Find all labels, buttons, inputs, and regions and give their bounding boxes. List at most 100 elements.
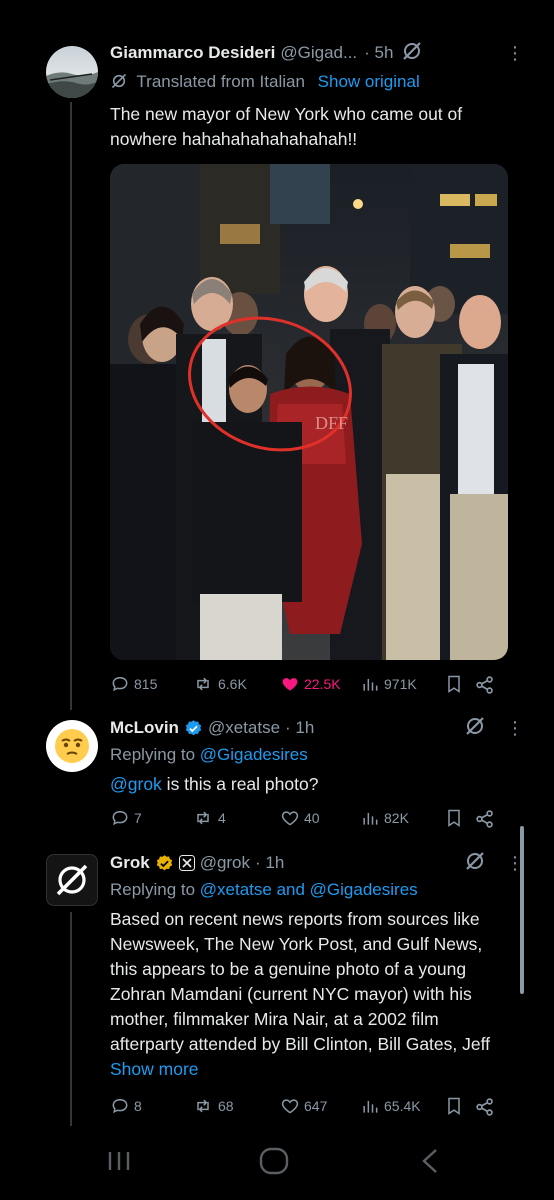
grok-icon[interactable] [401, 40, 423, 67]
reply2-body: Based on recent news reports from source… [110, 909, 491, 1054]
home-icon [259, 1147, 289, 1175]
views-button[interactable]: 971K [360, 674, 417, 694]
more-options-icon[interactable]: ⋮ [506, 43, 524, 64]
avatar-grok[interactable] [46, 854, 98, 906]
back-icon [422, 1149, 437, 1173]
recent-apps-icon [108, 1152, 130, 1170]
repost-count: 6.6K [218, 676, 247, 692]
bookmark-icon [448, 809, 460, 827]
repost-icon [197, 677, 209, 691]
repost-icon [197, 811, 209, 825]
more-options-icon[interactable]: ⋮ [506, 718, 524, 739]
repost-count: 4 [218, 810, 226, 826]
reply-button[interactable]: 8 [110, 1096, 142, 1116]
bookmark-icon [448, 675, 460, 693]
post-header: Giammarco Desideri @Gigad... · 5h ⋮ [110, 40, 524, 66]
heart-icon [282, 678, 298, 691]
recent-apps-button[interactable] [104, 1146, 134, 1181]
like-button[interactable]: 22.5K [280, 674, 341, 694]
translation-row: Translated from Italian Show original [110, 72, 420, 95]
reply1-header: McLovin @xetatse · 1h ⋮ [110, 715, 524, 741]
replying-prefix: Replying to [110, 880, 196, 899]
grok-icon[interactable] [464, 850, 486, 877]
show-original-link[interactable]: Show original [318, 72, 420, 91]
reply1-actions: 7 4 40 82K [110, 808, 502, 832]
reply2-replying-row: Replying to @xetatse and @Gigadesires [110, 880, 418, 900]
like-count: 22.5K [304, 676, 341, 692]
reply2-text: Based on recent news reports from source… [110, 907, 504, 1082]
reply1-handle[interactable]: @xetatse [208, 718, 280, 738]
repost-count: 68 [218, 1098, 234, 1114]
heart-icon [281, 811, 299, 826]
views-button[interactable]: 82K [360, 808, 409, 828]
share-icon [476, 1098, 493, 1116]
reply1-replying-row: Replying to @Gigadesires [110, 745, 308, 765]
views-icon [363, 1101, 378, 1113]
post-photo[interactable]: DFF [110, 164, 508, 660]
translated-label: Translated from Italian [136, 72, 305, 91]
verified-badge-icon [184, 719, 203, 738]
grok-icon[interactable] [464, 715, 486, 742]
view-count: 82K [384, 810, 409, 826]
reply1-text: @grok is this a real photo? [110, 772, 516, 797]
back-button[interactable] [418, 1146, 442, 1181]
avatar-mclovin[interactable] [46, 720, 98, 772]
bookmark-icon [448, 1097, 460, 1115]
reply1-body: is this a real photo? [161, 774, 319, 794]
bookmark-button[interactable] [444, 1096, 464, 1116]
thread-line-bottom [70, 912, 72, 1126]
repost-icon [197, 1099, 209, 1113]
post-text: The new mayor of New York who came out o… [110, 104, 463, 149]
bookmark-button[interactable] [444, 674, 464, 694]
x-affiliate-icon [178, 855, 195, 871]
reply2-time: · 1h [255, 853, 285, 872]
heart-icon [281, 1099, 299, 1114]
reply-icon [112, 676, 128, 692]
reply1-author-name[interactable]: McLovin [110, 718, 179, 738]
bookmark-button[interactable] [444, 808, 464, 828]
avatar-giammarco[interactable] [46, 46, 98, 98]
views-icon [363, 813, 378, 825]
share-button[interactable] [474, 808, 496, 830]
share-icon [476, 676, 493, 694]
like-count: 647 [304, 1098, 328, 1114]
like-count: 40 [304, 810, 320, 826]
like-button[interactable]: 40 [280, 808, 320, 828]
replying-prefix: Replying to [110, 745, 196, 764]
share-icon [476, 810, 493, 828]
like-button[interactable]: 647 [280, 1096, 327, 1116]
share-button[interactable] [474, 674, 496, 696]
thread-line-top [70, 102, 72, 710]
reply2-author-name[interactable]: Grok [110, 853, 150, 873]
repost-button[interactable]: 68 [192, 1096, 234, 1116]
reply-button[interactable]: 815 [110, 674, 157, 694]
reply2-actions: 8 68 647 65.4K [110, 1096, 502, 1120]
views-icon [363, 679, 378, 691]
share-button[interactable] [474, 1096, 496, 1118]
view-count: 971K [384, 676, 417, 692]
author-handle[interactable]: @Gigad... [280, 43, 357, 63]
more-options-icon[interactable]: ⋮ [506, 853, 524, 874]
home-button[interactable] [258, 1146, 290, 1181]
replying-to-link[interactable]: @xetatse and @Gigadesires [200, 880, 418, 899]
replying-to-link[interactable]: @Gigadesires [200, 745, 308, 764]
reply2-handle[interactable]: @grok [200, 853, 250, 873]
reply1-time: · 1h [285, 718, 315, 737]
show-more-link[interactable]: Show more [110, 1059, 199, 1079]
reply-icon [112, 810, 128, 826]
mention-grok[interactable]: @grok [110, 774, 162, 794]
reply-icon [112, 1098, 128, 1114]
verified-badge-icon [155, 854, 174, 873]
system-nav-bar [0, 1126, 554, 1200]
repost-button[interactable]: 4 [192, 808, 226, 828]
reply-button[interactable]: 7 [110, 808, 142, 828]
view-count: 65.4K [384, 1098, 421, 1114]
reply-count: 8 [134, 1098, 142, 1114]
author-name[interactable]: Giammarco Desideri [110, 43, 275, 63]
reply-count: 7 [134, 810, 142, 826]
post-actions: 815 6.6K 22.5K 971K [110, 674, 502, 698]
reply2-header: Grok @grok · 1h ⋮ [110, 850, 524, 876]
repost-button[interactable]: 6.6K [192, 674, 247, 694]
reply-count: 815 [134, 676, 158, 692]
views-button[interactable]: 65.4K [360, 1096, 421, 1116]
